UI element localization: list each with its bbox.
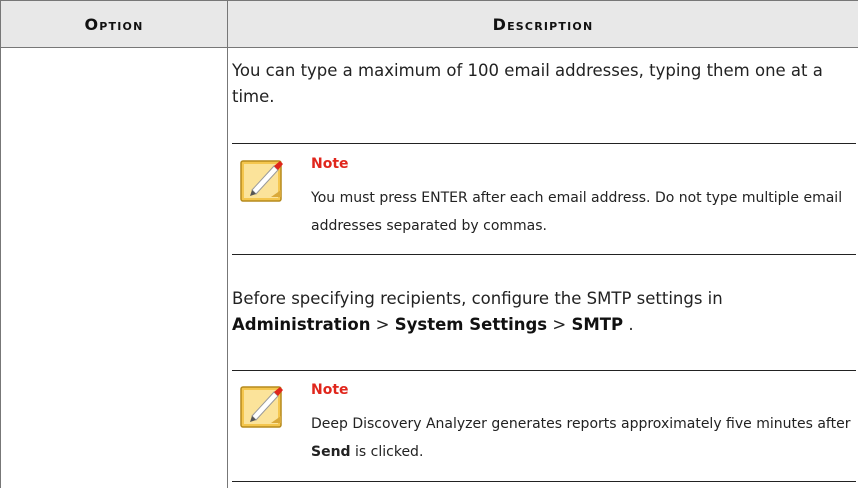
note-2-title: Note bbox=[311, 382, 349, 398]
menu-separator: > bbox=[370, 315, 395, 334]
note-1-top-rule bbox=[232, 143, 856, 144]
note-1-bottom-rule bbox=[232, 254, 856, 255]
table-header-row: Option Description bbox=[0, 0, 858, 48]
note-2-text-end: is clicked. bbox=[350, 444, 424, 460]
menu-separator: > bbox=[547, 315, 572, 334]
sentence-end: . bbox=[623, 315, 634, 334]
menu-administration: Administration bbox=[232, 315, 371, 334]
options-table: Option Description You can type a maximu… bbox=[0, 0, 858, 488]
note-2-text: Deep Discovery Analyzer generates report… bbox=[311, 416, 851, 432]
column-divider bbox=[227, 0, 228, 488]
note-1-title: Note bbox=[311, 156, 349, 172]
menu-smtp: SMTP bbox=[571, 315, 624, 334]
note-pencil-icon bbox=[238, 378, 290, 430]
send-button-label: Send bbox=[311, 444, 351, 460]
note-pencil-icon bbox=[238, 152, 290, 204]
description-paragraph-1: You can type a maximum of 100 email addr… bbox=[232, 61, 823, 106]
note-1-body: You must press ENTER after each email ad… bbox=[311, 190, 843, 234]
menu-system-settings: System Settings bbox=[394, 315, 548, 334]
note-2-body: Deep Discovery Analyzer generates report… bbox=[311, 410, 851, 466]
description-paragraph-2: Before specifying recipients, configure … bbox=[232, 286, 856, 338]
table-left-border bbox=[0, 0, 1, 488]
header-option: Option bbox=[84, 15, 144, 34]
header-description: Description bbox=[492, 15, 594, 34]
note-2-bottom-rule bbox=[232, 481, 856, 482]
smtp-intro-text: Before specifying recipients, configure … bbox=[232, 289, 723, 308]
note-2-top-rule bbox=[232, 370, 856, 371]
